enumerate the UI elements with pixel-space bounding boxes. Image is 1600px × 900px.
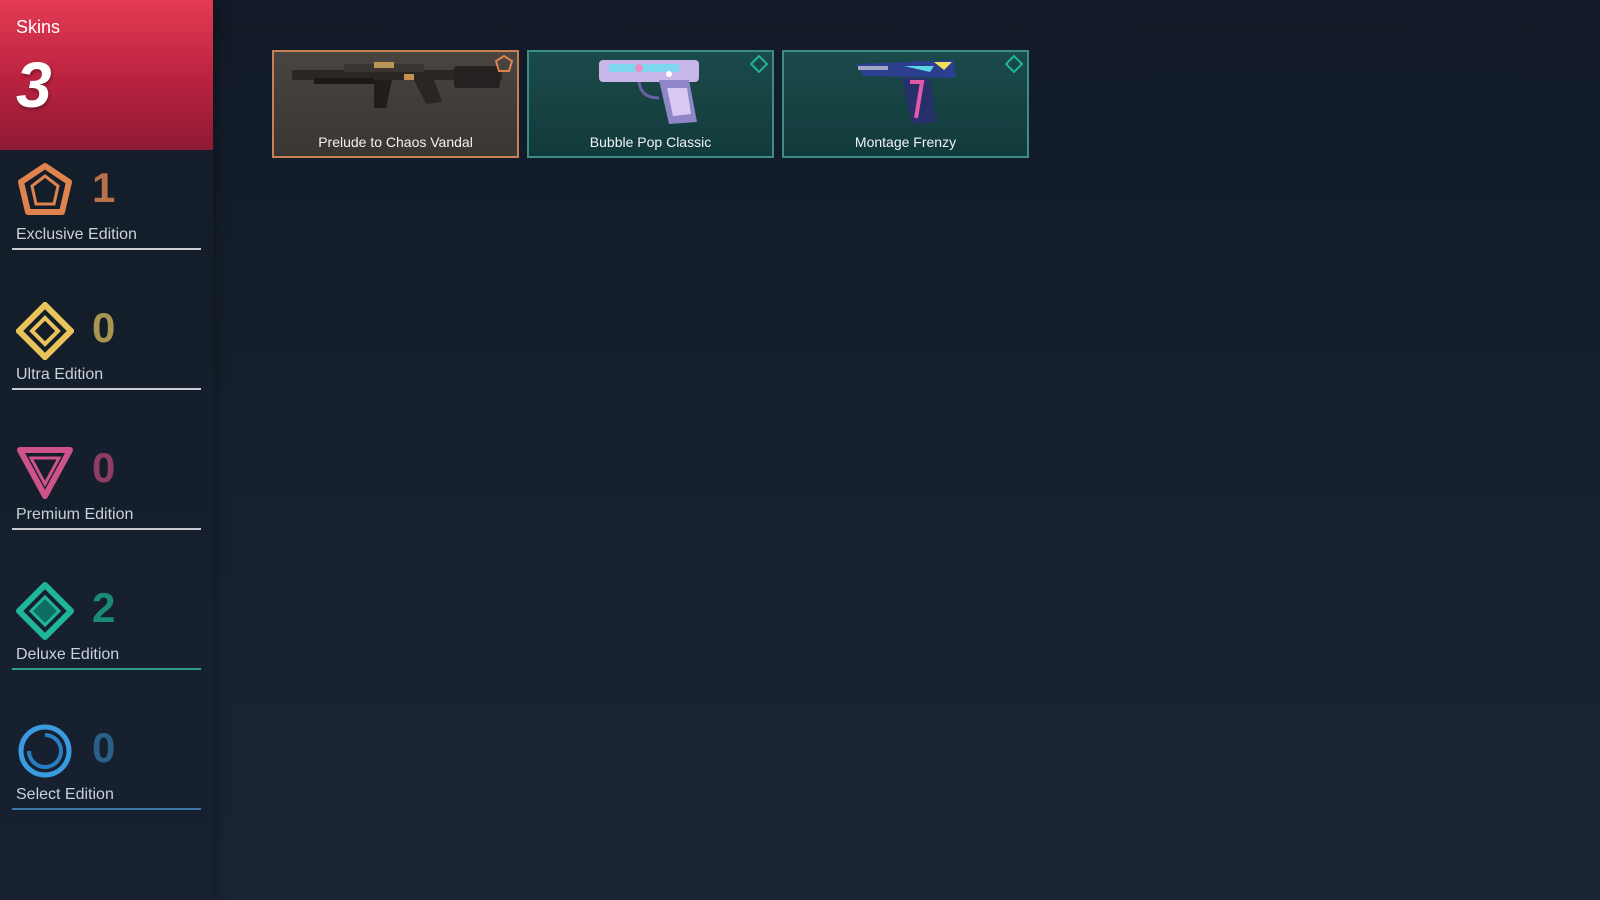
exclusive-edition-badge-icon [495,55,513,72]
skins-total-label: Skins [16,17,61,37]
tier-ultra[interactable]: 0 Ultra Edition [12,302,201,392]
tier-exclusive[interactable]: 1 Exclusive Edition [12,162,201,252]
tier-ultra-count: 0 [92,304,116,351]
skin-name: Prelude to Chaos Vandal [318,134,473,150]
tier-deluxe-count: 2 [92,584,116,631]
exclusive-edition-icon [18,163,72,215]
skin-name: Bubble Pop Classic [589,134,712,150]
skins-total-count: 3 [16,49,52,121]
pistol-icon [599,60,699,124]
tier-premium-underline [12,528,201,530]
tier-ultra-underline [12,388,201,390]
deluxe-edition-badge-icon [750,55,768,73]
tier-deluxe[interactable]: 2 Deluxe Edition [12,582,201,672]
tier-select-label: Select Edition [16,786,114,803]
skin-name: Montage Frenzy [854,134,957,150]
tier-premium-label: Premium Edition [16,506,134,523]
tier-select[interactable]: 0 Select Edition [12,722,201,812]
skin-card-bubble-pop-classic[interactable]: Bubble Pop Classic [527,50,774,158]
tier-exclusive-underline [12,248,201,250]
tier-select-count: 0 [92,724,116,771]
tier-premium-count: 0 [92,444,116,491]
tier-ultra-label: Ultra Edition [16,366,104,383]
ultra-edition-icon [16,302,74,360]
skin-card-montage-frenzy[interactable]: Montage Frenzy [782,50,1029,158]
select-edition-icon [18,724,72,778]
deluxe-edition-badge-icon [1005,55,1023,73]
tier-premium[interactable]: 0 Premium Edition [12,442,201,532]
sidebar: Skins 3 1 Exclusive Edition 0 Ultra Edit… [0,0,213,900]
deluxe-edition-icon [16,582,74,640]
premium-edition-icon [17,447,73,499]
tier-deluxe-underline [12,668,201,670]
pistol-icon [856,60,956,124]
skins-grid: Prelude to Chaos Vandal Bubble Pop Class… [272,50,1029,158]
skins-total-card[interactable]: Skins 3 [0,0,213,150]
tier-deluxe-label: Deluxe Edition [16,646,120,663]
rifle-icon [292,62,502,108]
skin-card-prelude-to-chaos-vandal[interactable]: Prelude to Chaos Vandal [272,50,519,158]
tier-exclusive-count: 1 [92,164,116,211]
tier-select-underline [12,808,201,810]
tier-exclusive-label: Exclusive Edition [16,226,137,243]
